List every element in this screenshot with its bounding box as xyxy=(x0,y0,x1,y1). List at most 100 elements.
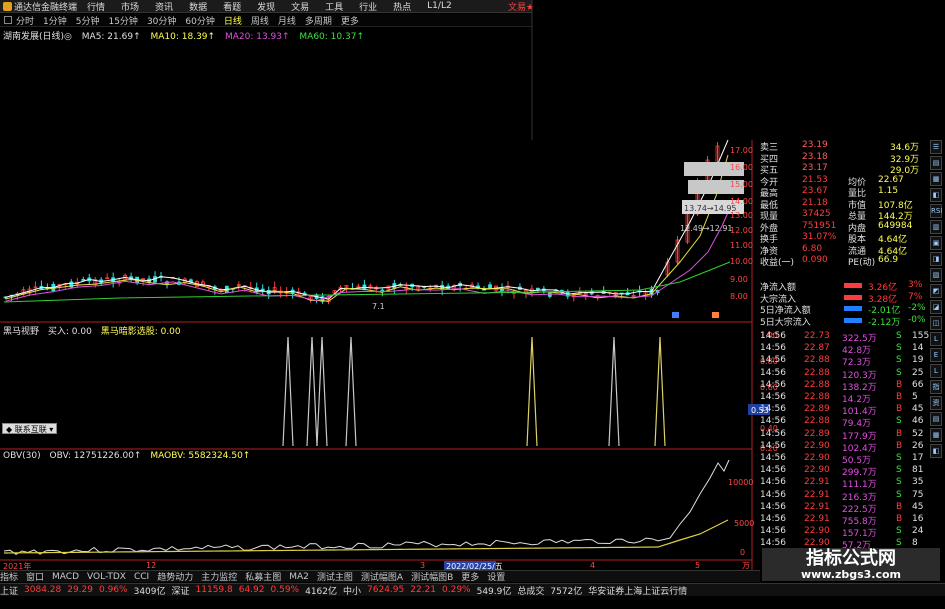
quote-value2: 22.67 xyxy=(878,174,904,185)
tick-p: 22.88 xyxy=(804,367,830,378)
indicator-tab[interactable]: CCI xyxy=(134,572,149,582)
marker-blue-icon xyxy=(672,312,679,318)
side-tool-icon[interactable]: E xyxy=(930,348,942,362)
tick-v: 14.2万 xyxy=(842,395,872,405)
side-tool-icon[interactable]: ▣ xyxy=(930,236,942,250)
side-tool-icon[interactable]: ◪ xyxy=(930,300,942,314)
indicator-tab[interactable]: 主力监控 xyxy=(201,570,237,583)
side-tool-icon[interactable]: ▧ xyxy=(930,268,942,282)
tick-p: 22.91 xyxy=(804,514,830,524)
indicator-tab[interactable]: VOL-TDX xyxy=(87,572,126,582)
tick-v: 72.3万 xyxy=(842,358,872,369)
candle-body xyxy=(81,278,86,281)
tick-t: 14:56 xyxy=(760,404,786,415)
tick-n: 66 xyxy=(912,379,924,390)
tick-s: B xyxy=(896,514,903,524)
indicator-tab[interactable]: 测试主图 xyxy=(317,570,353,583)
indicator-tab[interactable]: MA2 xyxy=(289,572,309,582)
indicator-tab[interactable]: 测试幅图B xyxy=(411,570,453,583)
indicator-tab-bar: 指标 窗口 MACD VOL-TDX CCI 趋势动力 主力监控 私募主图 MA2 测试主图 测试幅… xyxy=(0,570,760,583)
flow-bar xyxy=(844,283,862,288)
quote-label2: PE(动) xyxy=(848,258,876,268)
tick-s: B xyxy=(896,440,903,451)
side-tool-icon[interactable]: ☰ xyxy=(930,140,942,154)
quote-value: 31.07% xyxy=(802,232,837,242)
side-tool-icon[interactable]: ◨ xyxy=(930,252,942,266)
indicator-tab[interactable]: 更多 xyxy=(461,570,479,583)
side-tool-icon[interactable]: ▦ xyxy=(930,428,942,442)
side-tool-icon[interactable]: ▤ xyxy=(930,412,942,426)
flow-bar xyxy=(844,306,862,311)
tick-p: 22.88 xyxy=(804,355,830,366)
side-tool-icon[interactable]: ◩ xyxy=(930,284,942,298)
indicator-tab[interactable]: 测试幅图A xyxy=(361,570,403,583)
tick-p: 22.90 xyxy=(804,440,830,451)
tick-s: B xyxy=(896,501,903,512)
side-tool-icon[interactable]: ▥ xyxy=(930,220,942,234)
side-tool-icon[interactable]: L xyxy=(930,364,942,378)
quote-value: 23.17 xyxy=(802,163,828,173)
indicator2-legend: OBV(30) OBV: 12751226.00↑ MAOBV: 5582324… xyxy=(3,451,256,461)
tick-t: 14:56 xyxy=(760,355,786,366)
side-tool-icon[interactable]: ◫ xyxy=(930,316,942,330)
side-tool-icon[interactable]: 指 xyxy=(930,380,942,394)
tick-v: 322.5万 xyxy=(842,334,877,344)
side-tool-icon[interactable]: ▦ xyxy=(930,172,942,186)
tick-n: 81 xyxy=(912,465,924,476)
indicator-tab[interactable]: 窗口 xyxy=(26,570,44,583)
sz-label[interactable]: 深证 xyxy=(172,584,190,597)
broker-name: 华安证券上海上证云行情 xyxy=(588,586,688,597)
flow-bar xyxy=(844,294,862,300)
side-tool-icon[interactable]: L xyxy=(930,332,942,346)
obv-tick: 10000 xyxy=(728,478,754,487)
date-tick: 4 xyxy=(590,561,596,570)
tick-s: S xyxy=(896,526,902,537)
indicator-spikes xyxy=(282,336,666,447)
obv-name: OBV(30) xyxy=(3,451,41,461)
tick-s: B xyxy=(896,379,903,390)
indicator-tab[interactable]: 指标 xyxy=(0,570,18,583)
tick-p: 22.89 xyxy=(804,404,830,415)
zx-label[interactable]: 中小 xyxy=(343,584,361,597)
flow-pct: -0% xyxy=(908,314,926,325)
tick-s: S xyxy=(896,331,902,341)
side-tool-icon[interactable]: ◧ xyxy=(930,188,942,202)
signal-spike xyxy=(316,336,328,447)
signal-spike xyxy=(526,336,538,447)
tick-t: 14:56 xyxy=(760,343,786,354)
price-tick: 15.00 xyxy=(730,180,753,189)
indicator-tab[interactable]: 私募主图 xyxy=(245,570,281,583)
side-toolbar: ☰ ▤ ▦ ◧ RSI ▥ ▣ ◨ ▧ ◩ ◪ ◫ L E L 指资 ▤ ▦ ◧ xyxy=(929,140,943,460)
tick-t: 14:56 xyxy=(760,367,786,378)
tick-s: B xyxy=(896,404,903,415)
indicator1-buy: 买入: 0.00 xyxy=(47,327,92,337)
overlay-button[interactable]: ◆ 联系互联 ▾ xyxy=(2,423,58,434)
tick-p: 22.90 xyxy=(804,526,830,537)
indicator-tab[interactable]: 设置 xyxy=(487,570,505,583)
tick-t: 14:56 xyxy=(760,514,786,524)
side-tool-icon[interactable]: ▤ xyxy=(930,156,942,170)
tick-p: 22.91 xyxy=(804,489,830,500)
side-tool-icon[interactable]: ◧ xyxy=(930,444,942,458)
sh-label[interactable]: 上证 xyxy=(0,584,18,597)
side-tool-icon[interactable]: RSI xyxy=(930,204,942,218)
quote-value: 23.19 xyxy=(802,140,828,150)
callout-label-1: 13.74→14.95 xyxy=(684,204,737,213)
obv-line xyxy=(3,459,730,555)
price-tick: 12.00 xyxy=(730,226,753,235)
sz-pct: 0.59% xyxy=(270,585,300,595)
tick-s: S xyxy=(896,416,902,427)
tick-s: B xyxy=(896,428,903,439)
tick-v: 177.9万 xyxy=(842,431,877,442)
tick-p: 22.73 xyxy=(804,331,830,341)
tick-v: 755.8万 xyxy=(842,517,877,527)
indicator-tab[interactable]: 趋势动力 xyxy=(157,570,193,583)
sh-amount: 3409亿 xyxy=(133,586,166,597)
tick-t: 14:56 xyxy=(760,538,786,549)
tick-s: S xyxy=(896,477,902,488)
side-tool-icon[interactable]: 资 xyxy=(930,396,942,410)
indicator-tab[interactable]: MACD xyxy=(52,572,79,582)
tick-n: 26 xyxy=(912,440,924,451)
tick-v: 50.5万 xyxy=(842,456,872,466)
quote-label: 收益(一) xyxy=(760,258,795,268)
